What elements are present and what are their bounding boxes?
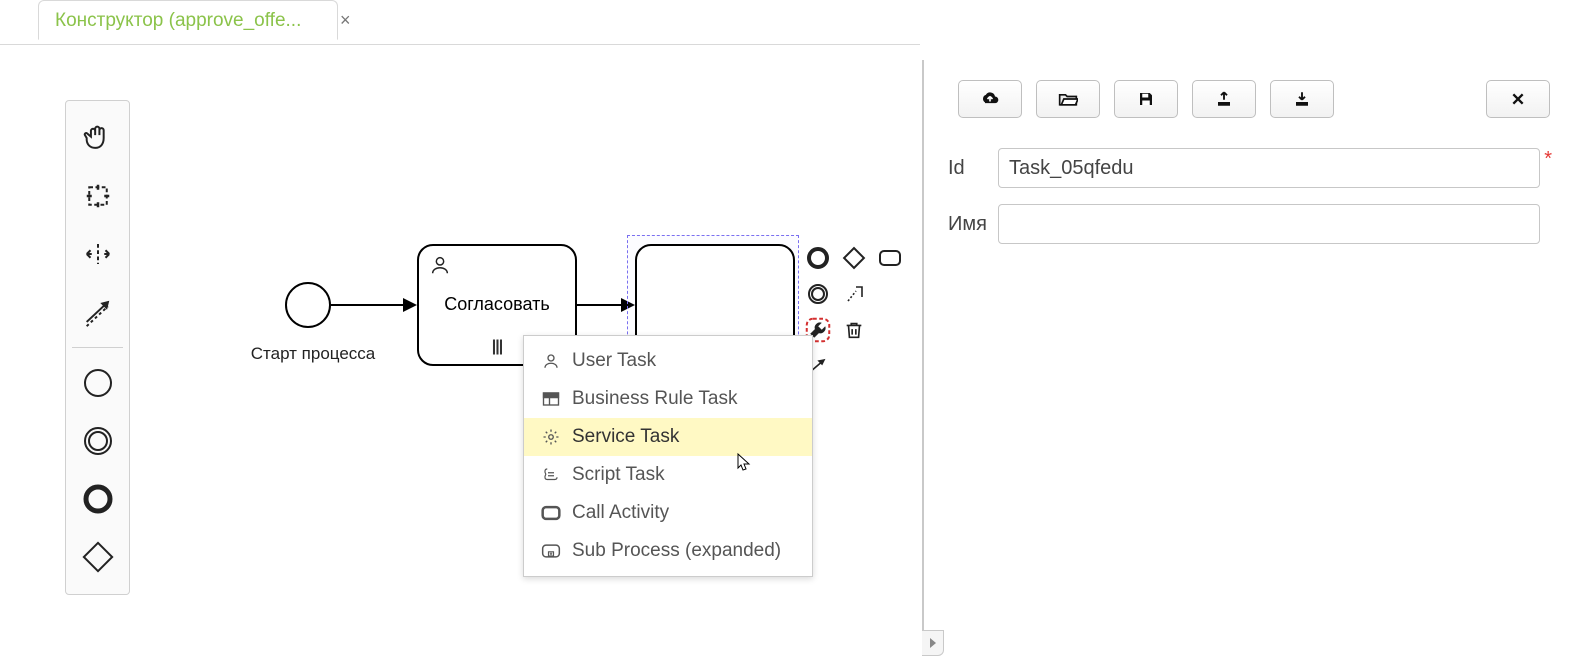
diagram-canvas[interactable]: Старт процесса Согласовать ||| [140, 60, 910, 660]
properties-panel: Id * Имя [940, 60, 1550, 260]
export-button[interactable] [1192, 80, 1256, 118]
global-connect-tool-icon[interactable] [66, 283, 129, 341]
bpmn-start-event-label: Старт процесса [248, 344, 378, 364]
gear-icon [540, 428, 562, 446]
panel-collapse-handle[interactable] [922, 630, 944, 656]
panel-divider[interactable] [922, 60, 924, 650]
table-icon [540, 391, 562, 407]
gateway-icon[interactable] [66, 528, 129, 586]
required-marker: * [1544, 148, 1552, 171]
open-button[interactable] [1036, 80, 1100, 118]
palette [65, 100, 130, 595]
script-icon [540, 466, 562, 484]
menu-item-label: Sub Process (expanded) [572, 540, 781, 562]
space-tool-icon[interactable] [66, 225, 129, 283]
menu-item-label: Script Task [572, 464, 665, 486]
append-annotation-icon[interactable] [838, 278, 870, 310]
bpmn-start-event[interactable] [285, 282, 331, 328]
menu-item-service-task[interactable]: Service Task [524, 418, 812, 456]
tab-bar: Конструктор (approve_offe... × [0, 0, 920, 45]
intermediate-event-icon[interactable] [66, 412, 129, 470]
close-button[interactable] [1486, 80, 1550, 118]
hand-tool-icon[interactable] [66, 109, 129, 167]
context-pad [802, 242, 906, 382]
lasso-tool-icon[interactable] [66, 167, 129, 225]
call-activity-icon [540, 505, 562, 521]
name-input[interactable] [998, 204, 1540, 244]
start-event-icon[interactable] [66, 354, 129, 412]
menu-item-script-task[interactable]: Script Task [524, 456, 812, 494]
user-icon [540, 352, 562, 370]
append-end-event-icon[interactable] [802, 242, 834, 274]
save-button[interactable] [1114, 80, 1178, 118]
menu-item-business-rule-task[interactable]: Business Rule Task [524, 380, 812, 418]
replace-menu: User Task Business Rule Task Service Tas… [523, 335, 813, 577]
menu-item-user-task[interactable]: User Task [524, 342, 812, 380]
append-gateway-icon[interactable] [838, 242, 870, 274]
palette-divider [72, 347, 123, 348]
end-event-icon[interactable] [66, 470, 129, 528]
user-icon [429, 254, 451, 279]
task-label: Согласовать [419, 294, 575, 315]
append-task-icon[interactable] [874, 242, 906, 274]
menu-item-label: Business Rule Task [572, 388, 737, 410]
properties-toolbar [958, 80, 1550, 118]
menu-item-call-activity[interactable]: Call Activity [524, 494, 812, 532]
arrowhead-icon [403, 298, 417, 312]
append-intermediate-event-icon[interactable] [802, 278, 834, 310]
multi-instance-marker-icon: ||| [492, 338, 502, 356]
field-id: Id * [948, 148, 1550, 188]
id-input[interactable] [998, 148, 1540, 188]
subprocess-icon [540, 543, 562, 559]
tab-constructor[interactable]: Конструктор (approve_offe... [38, 0, 338, 40]
tab-close-icon[interactable]: × [340, 0, 370, 40]
menu-item-label: Call Activity [572, 502, 669, 524]
sequence-flow[interactable] [577, 304, 633, 306]
field-name: Имя [948, 204, 1550, 244]
sequence-flow[interactable] [331, 304, 415, 306]
menu-item-sub-process[interactable]: Sub Process (expanded) [524, 532, 812, 570]
import-button[interactable] [1270, 80, 1334, 118]
deploy-button[interactable] [958, 80, 1022, 118]
menu-item-label: User Task [572, 350, 656, 372]
placeholder [874, 278, 906, 310]
delete-trash-icon[interactable] [838, 314, 870, 346]
name-label: Имя [948, 213, 998, 236]
menu-item-label: Service Task [572, 426, 679, 448]
id-label: Id [948, 157, 998, 180]
